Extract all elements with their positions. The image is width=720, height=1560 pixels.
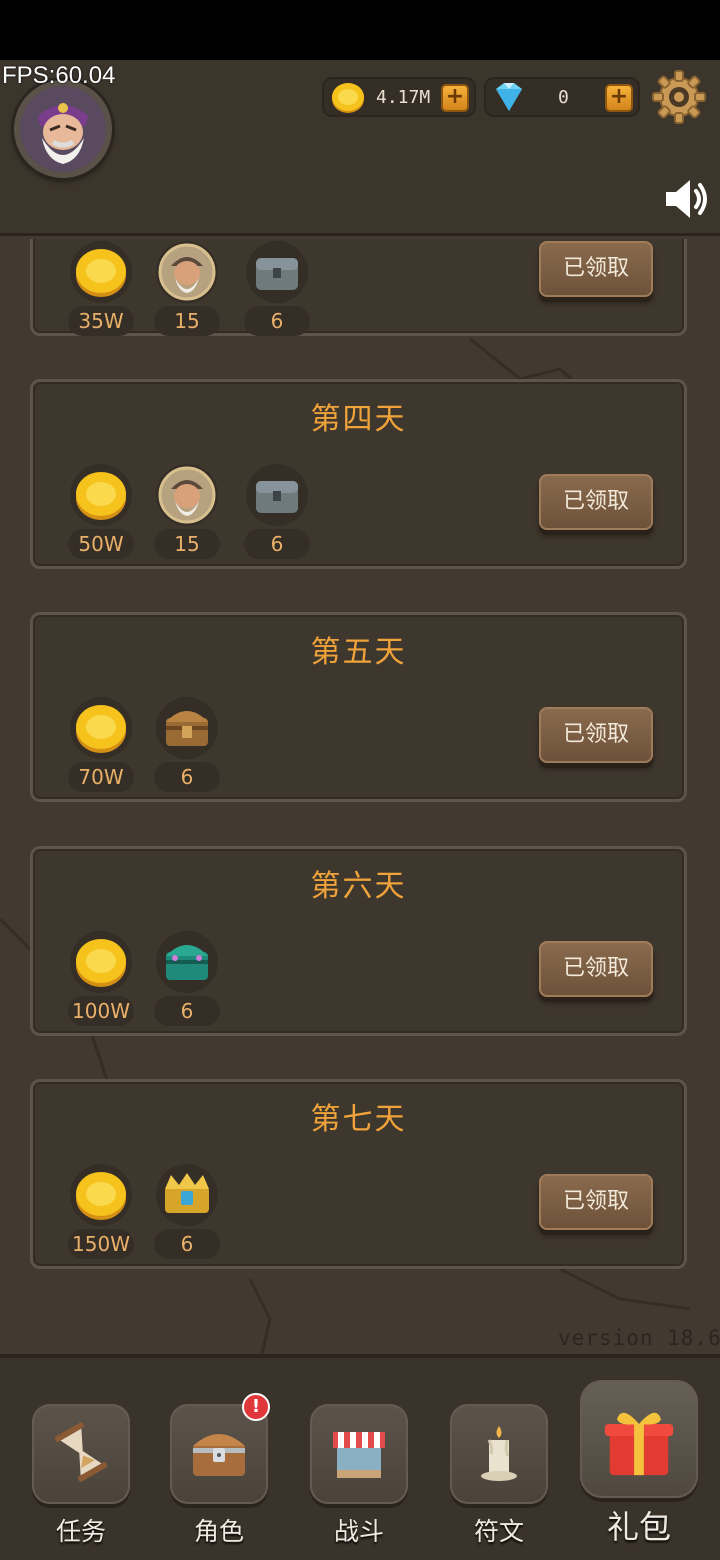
hero-portrait-icon: [156, 464, 218, 526]
jade-chest-icon: [156, 931, 218, 993]
shop-stall-icon: [333, 1432, 385, 1478]
nav-label: 角色: [193, 1517, 244, 1546]
golden-chest-icon: [156, 1164, 218, 1226]
day-title: 第七天: [310, 1102, 407, 1137]
add-gem-button[interactable]: +: [605, 84, 633, 112]
reward-card-day6: 第六天 100W 6 已领取: [30, 846, 687, 1036]
hourglass-icon: [54, 1422, 108, 1482]
claimed-button[interactable]: 已领取: [539, 1174, 653, 1230]
reward-quantity: 6: [154, 762, 220, 792]
notification-badge: !: [242, 1393, 270, 1421]
gold-coin-icon: [70, 697, 132, 759]
reward-quantity: 6: [244, 306, 310, 336]
nav-label: 符文: [473, 1517, 524, 1546]
reward-quantity: 15: [154, 529, 220, 559]
nav-label: 礼包: [606, 1508, 671, 1546]
stone-chest-icon: [246, 241, 308, 303]
nav-label: 战斗: [333, 1517, 384, 1546]
reward-quantity: 6: [154, 1229, 220, 1259]
reward-quantity: 6: [244, 529, 310, 559]
reward-card-day7: 第七天 150W 6 已领取: [30, 1079, 687, 1269]
claimed-button[interactable]: 已领取: [539, 941, 653, 997]
reward-quantity: 150W: [68, 1229, 134, 1259]
player-avatar[interactable]: [14, 80, 112, 178]
reward-card-day3: 35W 15 6 已领取: [30, 239, 687, 336]
stone-chest-icon: [246, 464, 308, 526]
gold-coin-icon: [332, 83, 364, 113]
gold-coin-icon: [70, 931, 132, 993]
version-label: version 18.6: [558, 1326, 720, 1350]
gold-coin-icon: [70, 1164, 132, 1226]
fps-counter: FPS:60.04: [2, 62, 116, 89]
claimed-button[interactable]: 已领取: [539, 707, 653, 763]
dwarf-portrait-icon: [20, 86, 106, 172]
day-title: 第五天: [310, 635, 407, 670]
treasure-chest-icon: [193, 1434, 245, 1476]
daily-reward-list[interactable]: 35W 15 6 已领取 第四天 50W 15 6 已领取 第五天 70W 6 …: [0, 239, 720, 1354]
reward-quantity: 100W: [68, 996, 134, 1026]
gold-counter: 4.17M +: [322, 77, 476, 117]
hero-portrait-icon: [156, 241, 218, 303]
claimed-button[interactable]: 已领取: [539, 474, 653, 530]
status-bar: [0, 0, 720, 60]
nav-label: 任务: [55, 1517, 106, 1546]
gift-box-icon: [604, 1412, 674, 1476]
reward-quantity: 70W: [68, 762, 134, 792]
reward-card-day5: 第五天 70W 6 已领取: [30, 612, 687, 802]
day-title: 第六天: [310, 869, 407, 904]
sound-icon[interactable]: [662, 175, 710, 223]
gold-coin-icon: [70, 241, 132, 303]
wooden-chest-icon: [156, 697, 218, 759]
reward-card-day4: 第四天 50W 15 6 已领取: [30, 379, 687, 569]
gear-icon[interactable]: [652, 70, 706, 124]
candle-icon: [481, 1426, 517, 1481]
reward-quantity: 6: [154, 996, 220, 1026]
claimed-button[interactable]: 已领取: [539, 241, 653, 297]
day-title: 第四天: [310, 402, 407, 437]
reward-quantity: 35W: [68, 306, 134, 336]
add-gold-button[interactable]: +: [441, 84, 469, 112]
reward-quantity: 15: [154, 306, 220, 336]
gold-coin-icon: [70, 464, 132, 526]
gem-amount: 0: [558, 87, 569, 108]
gold-amount: 4.17M: [376, 87, 431, 108]
gem-icon: [496, 83, 522, 111]
reward-quantity: 50W: [68, 529, 134, 559]
gem-counter: 0 +: [484, 77, 640, 117]
